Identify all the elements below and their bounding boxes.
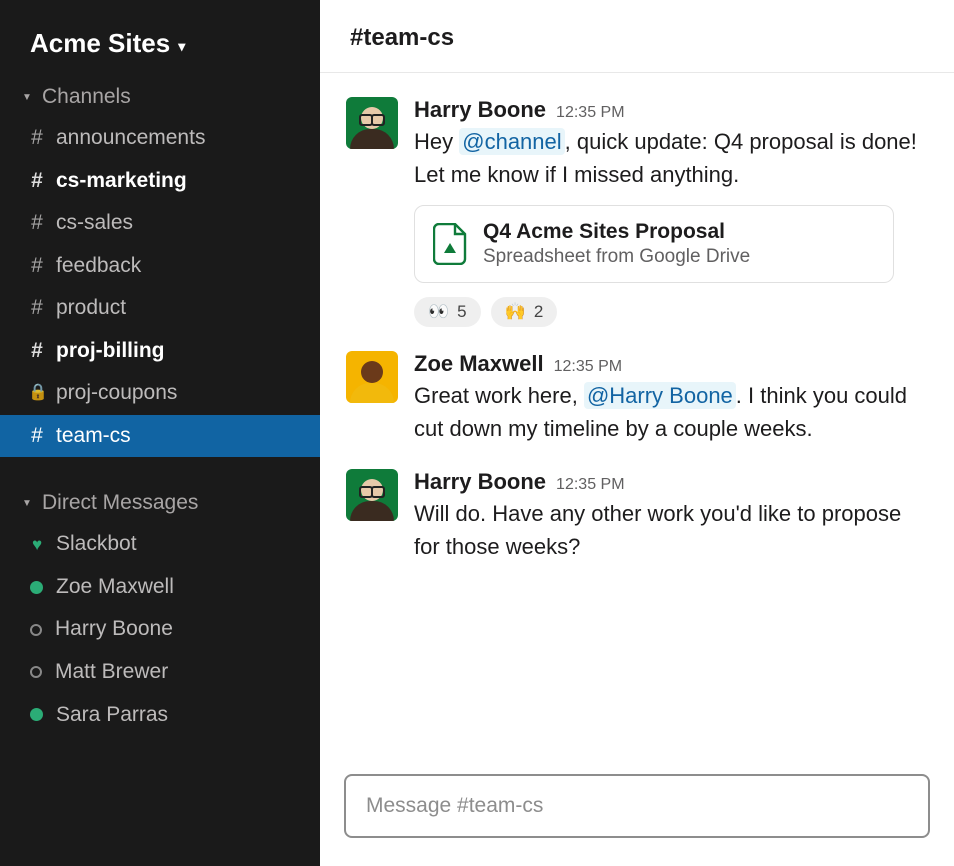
dm-item-label: Zoe Maxwell [56,571,174,604]
message-body: Harry Boone 12:35 PM Hey @channel, quick u… [414,97,922,327]
presence-indicator [30,624,42,636]
dms-section-label: Direct Messages [42,491,198,515]
caret-down-icon: ▼ [22,498,34,509]
avatar[interactable] [346,351,398,403]
dm-item[interactable]: Harry Boone [0,608,320,651]
composer [320,760,954,866]
channel-item-label: cs-marketing [56,165,187,198]
dm-item-label: Slackbot [56,528,137,561]
mention[interactable]: @Harry Boone [584,382,736,409]
channel-item[interactable]: # cs-marketing [0,160,320,203]
message-body: Zoe Maxwell 12:35 PM Great work here, @Har… [414,351,922,445]
presence-indicator [30,666,42,678]
channels-section-label: Channels [42,85,131,109]
channels-section-header[interactable]: ▼ Channels [0,77,320,117]
channel-item-label: product [56,292,126,325]
channel-item[interactable]: # proj-billing [0,330,320,373]
message-timestamp: 12:35 PM [556,476,624,494]
hash-icon: # [28,122,46,155]
presence-indicator [30,708,43,721]
channel-item[interactable]: 🔒 proj-coupons [0,372,320,415]
workspace-switcher[interactable]: Acme Sites ▾ [0,8,320,77]
channel-list: # announcements # cs-marketing # cs-sales # fee… [0,117,320,457]
hash-icon: # [28,292,46,325]
message-input[interactable] [344,774,930,838]
channel-item[interactable]: # product [0,287,320,330]
hash-icon: # [28,207,46,240]
caret-down-icon: ▼ [22,92,34,103]
dms-section-header[interactable]: ▼ Direct Messages [0,483,320,523]
message-sender[interactable]: Zoe Maxwell [414,351,544,377]
message: Harry Boone 12:35 PM Will do. Have any oth… [338,453,930,571]
main-panel: #team-cs Harry Boone 12:35 PM Hey @channel… [320,0,954,866]
hash-icon: # [28,165,46,198]
reaction-bar: 👀5🙌2 [414,297,922,327]
reaction[interactable]: 🙌2 [491,297,558,327]
attachment-title: Q4 Acme Sites Proposal [483,220,750,244]
channel-item-label: feedback [56,250,141,283]
message-body: Harry Boone 12:35 PM Will do. Have any oth… [414,469,922,563]
dm-item[interactable]: ♥ Slackbot [0,523,320,566]
channel-header[interactable]: #team-cs [320,0,954,73]
reaction-emoji: 👀 [428,302,449,322]
google-drive-icon [433,223,467,265]
channel-item-label: team-cs [56,420,131,453]
channel-item[interactable]: # cs-sales [0,202,320,245]
message-text: Will do. Have any other work you'd like … [414,497,922,563]
sidebar: Acme Sites ▾ ▼ Channels # announcements # c… [0,0,320,866]
reaction-count: 5 [457,302,466,322]
dm-item-label: Harry Boone [55,613,173,646]
message-text: Great work here, @Harry Boone. I think y… [414,379,922,445]
avatar[interactable] [346,97,398,149]
reaction-count: 2 [534,302,543,322]
channel-item-label: cs-sales [56,207,133,240]
channel-item-label: proj-billing [56,335,164,368]
dm-item[interactable]: Matt Brewer [0,651,320,694]
reaction[interactable]: 👀5 [414,297,481,327]
attachment-subtitle: Spreadsheet from Google Drive [483,246,750,268]
message-text: Hey @channel, quick update: Q4 proposal … [414,125,922,191]
hash-icon: # [28,335,46,368]
channel-item-label: announcements [56,122,205,155]
channel-item[interactable]: # announcements [0,117,320,160]
message-sender[interactable]: Harry Boone [414,469,546,495]
hash-icon: # [28,420,46,453]
message-timestamp: 12:35 PM [554,358,622,376]
message-sender[interactable]: Harry Boone [414,97,546,123]
message-timestamp: 12:35 PM [556,104,624,122]
avatar[interactable] [346,469,398,521]
channel-name: #team-cs [350,24,454,51]
mention[interactable]: @channel [459,128,564,155]
chevron-down-icon: ▾ [178,38,185,55]
hash-icon: # [28,250,46,283]
dm-item[interactable]: Sara Parras [0,694,320,737]
lock-icon: 🔒 [28,381,46,406]
dm-item-label: Matt Brewer [55,656,168,689]
channel-item-label: proj-coupons [56,377,177,410]
presence-indicator [30,581,43,594]
workspace-name: Acme Sites [30,28,170,59]
reaction-emoji: 🙌 [505,302,526,322]
dm-item-label: Sara Parras [56,699,168,732]
channel-item[interactable]: # feedback [0,245,320,288]
message: Zoe Maxwell 12:35 PM Great work here, @Har… [338,335,930,453]
dm-item[interactable]: Zoe Maxwell [0,566,320,609]
message: Harry Boone 12:35 PM Hey @channel, quick u… [338,81,930,335]
message-list: Harry Boone 12:35 PM Hey @channel, quick u… [320,73,954,760]
attachment-card[interactable]: Q4 Acme Sites ProposalSpreadsheet from G… [414,205,894,283]
dm-list: ♥ Slackbot Zoe Maxwell Harry Boone Matt Brew… [0,523,320,736]
channel-item[interactable]: # team-cs [0,415,320,458]
heart-icon: ♥ [28,536,46,553]
